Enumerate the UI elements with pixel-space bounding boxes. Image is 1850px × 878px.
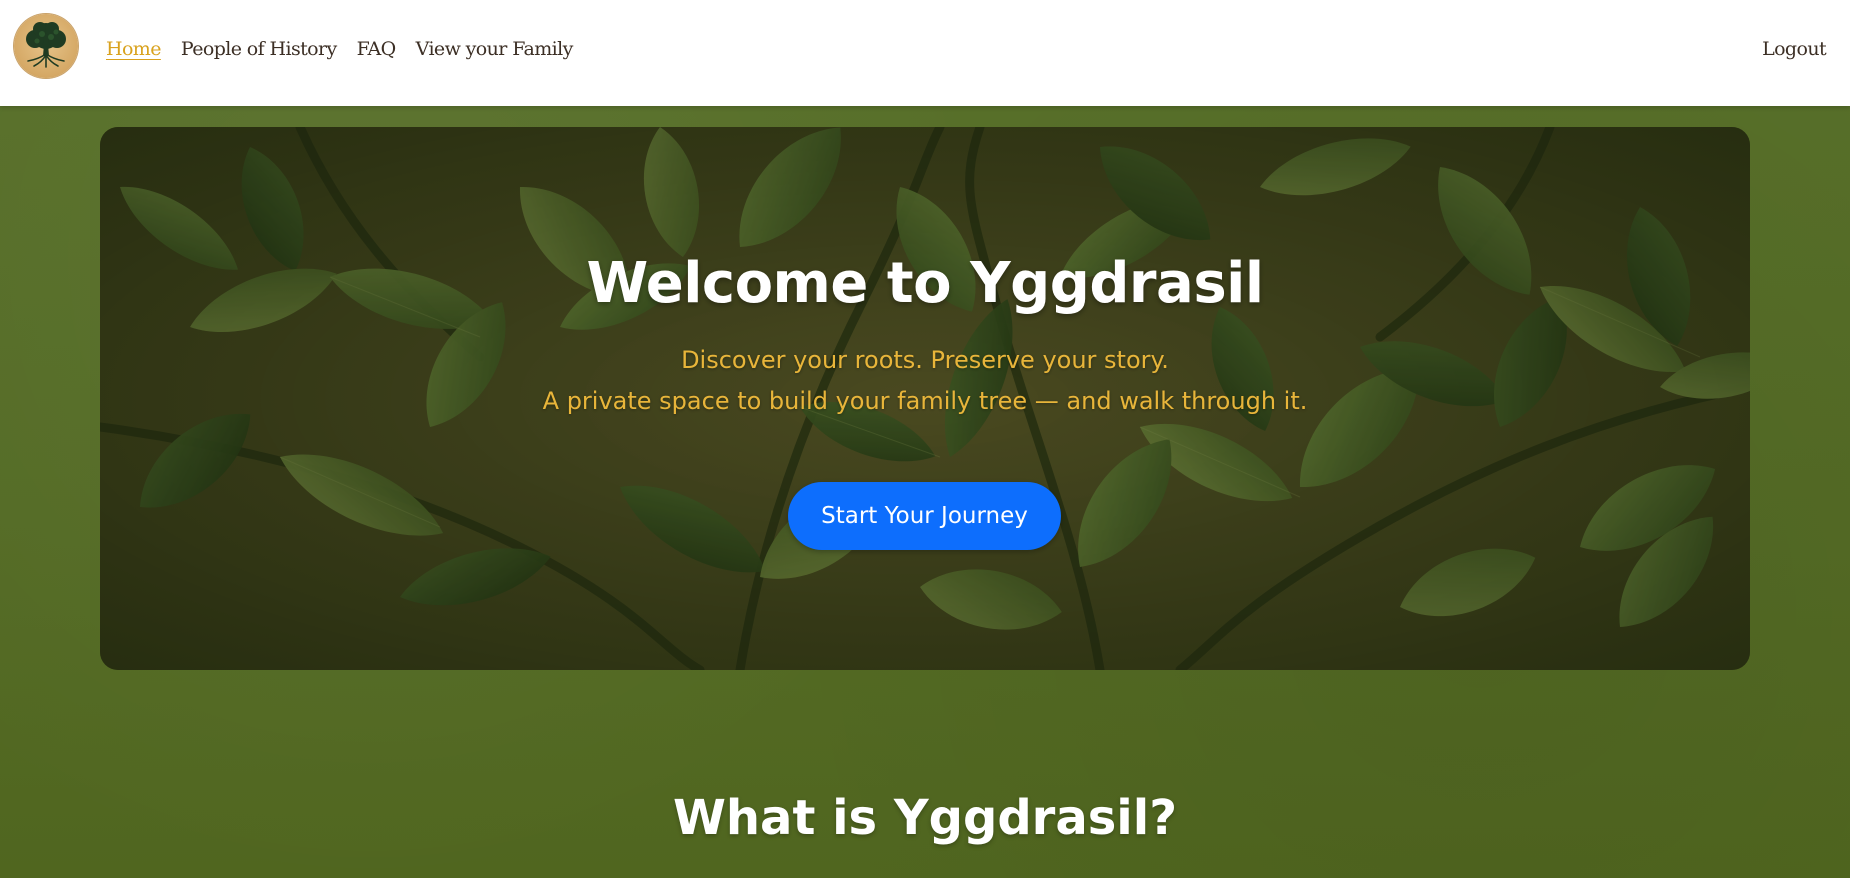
logout-link[interactable]: Logout <box>1762 38 1827 60</box>
tree-of-life-icon[interactable] <box>14 14 78 78</box>
hero-subtitle-line2: A private space to build your family tre… <box>542 387 1308 415</box>
hero-banner: Welcome to Yggdrasil Discover your roots… <box>100 127 1750 670</box>
what-is-section-title: What is Yggdrasil? <box>672 790 1178 846</box>
top-navbar: Home People of History FAQ View your Fam… <box>0 0 1850 106</box>
nav-link-view-your-family[interactable]: View your Family <box>416 38 574 60</box>
nav-link-faq[interactable]: FAQ <box>357 38 397 60</box>
nav-link-people-of-history[interactable]: People of History <box>181 38 337 60</box>
nav-links: Home People of History FAQ View your Fam… <box>106 38 573 60</box>
start-journey-button[interactable]: Start Your Journey <box>788 482 1061 550</box>
nav-link-home[interactable]: Home <box>106 38 161 60</box>
hero-subtitle-line1: Discover your roots. Preserve your story… <box>681 346 1169 374</box>
hero-title: Welcome to Yggdrasil <box>586 251 1264 316</box>
